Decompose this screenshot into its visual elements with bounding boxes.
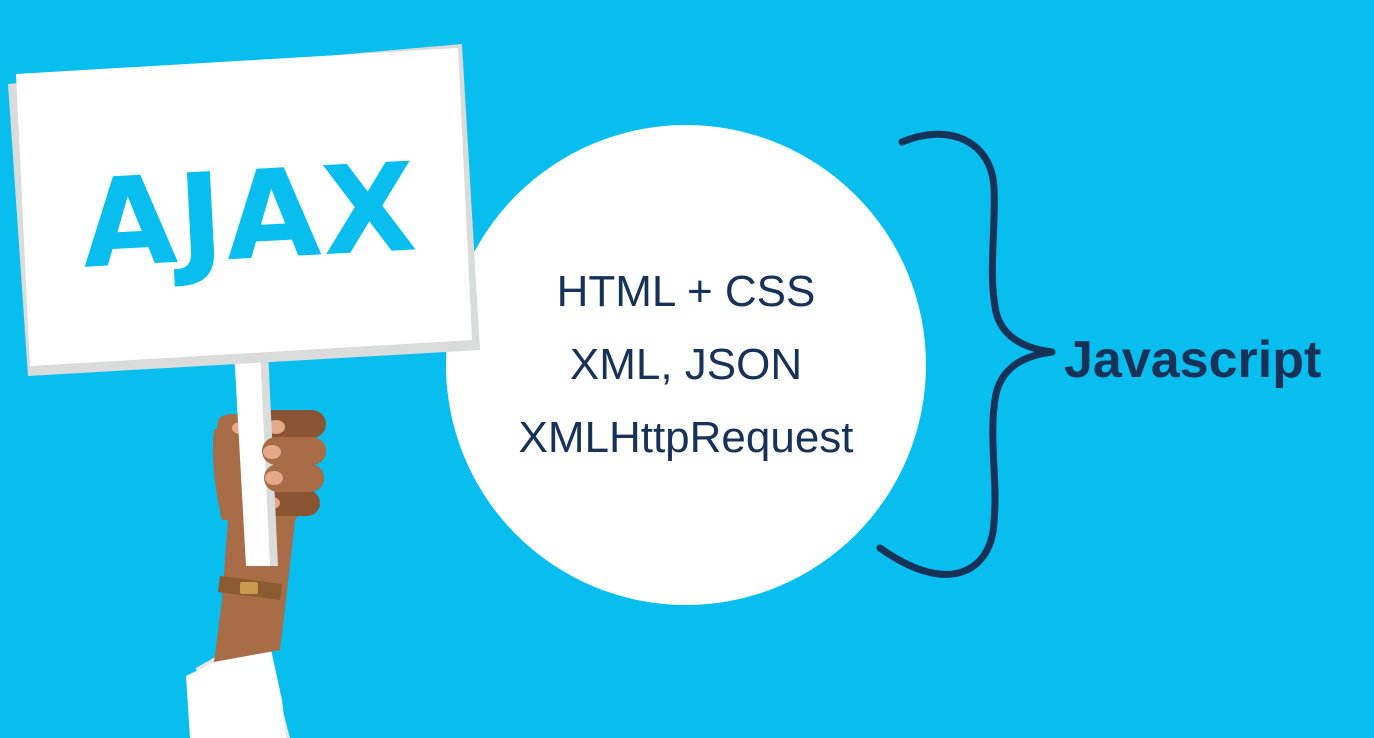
- sign-board: AJAX: [8, 44, 480, 376]
- circle-line-xmlhttprequest: XMLHttpRequest: [518, 413, 854, 462]
- javascript-label: Javascript: [1064, 331, 1322, 389]
- sign-ajax-text: AJAX: [78, 136, 421, 295]
- circle-line-html-css: HTML + CSS: [556, 267, 816, 316]
- circle-line-xml-json: XML, JSON: [569, 340, 803, 389]
- circle-content: HTML + CSS XML, JSON XMLHttpRequest: [455, 255, 917, 474]
- slide: AJAX HTML + CSS XML, JSON XMLHttpRequest…: [0, 0, 1374, 738]
